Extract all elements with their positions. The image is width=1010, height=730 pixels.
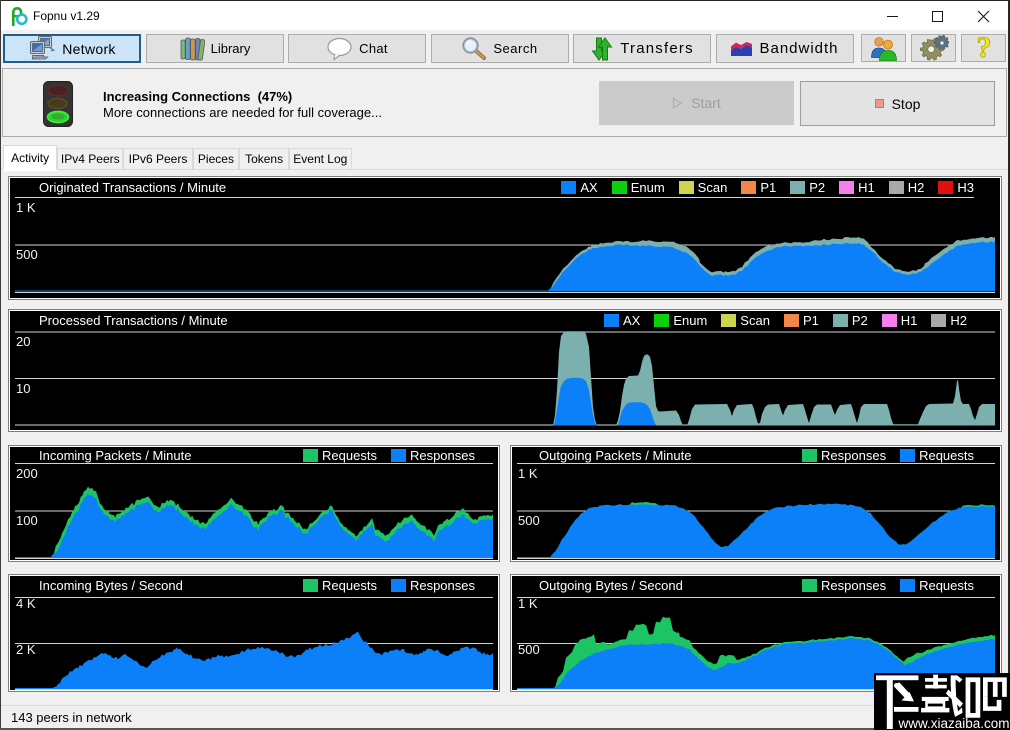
svg-text:?: ? bbox=[976, 34, 991, 62]
svg-text:www.xiazaiba.com: www.xiazaiba.com bbox=[897, 716, 1009, 730]
